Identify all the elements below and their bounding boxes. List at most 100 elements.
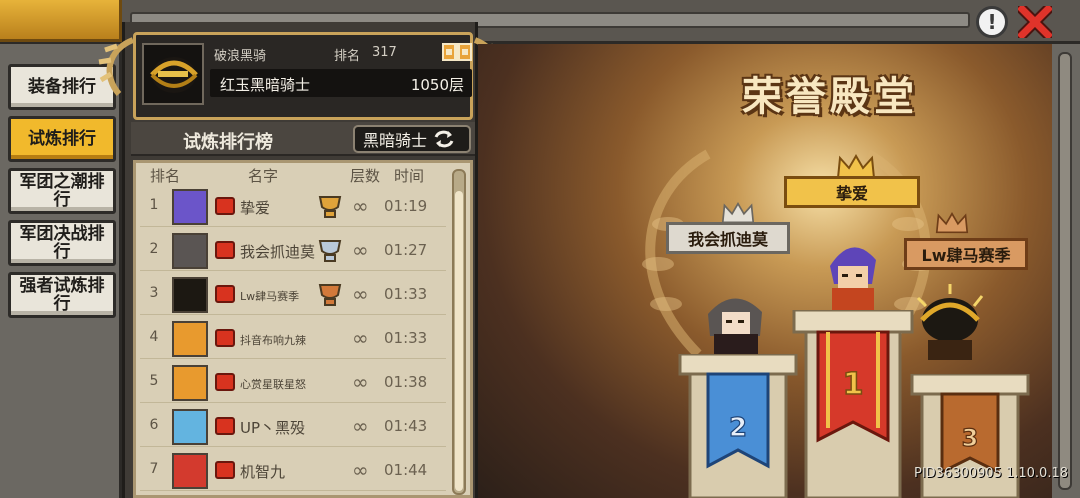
tab-label: 装备排行 xyxy=(28,77,96,97)
my-record-box: 红玉黑暗骑士 1050层 xyxy=(210,69,472,97)
tab-strong-trial-ranking[interactable]: 强者试炼排行 xyxy=(8,272,116,318)
guild-badge-icon xyxy=(215,417,235,435)
silver-crown-icon xyxy=(721,202,755,224)
first-place-pedestal: 1 xyxy=(792,310,914,498)
list-scrollbar[interactable] xyxy=(452,169,466,495)
row-time: 01:43 xyxy=(384,417,428,435)
table-row[interactable]: 7 机智九 ∞ 01:44 xyxy=(140,451,446,491)
column-header-floors: 层数 xyxy=(350,167,381,185)
row-player-name: Lw肆马赛季 xyxy=(240,290,300,303)
row-player-name: 机智九 xyxy=(240,463,286,481)
row-floors: ∞ xyxy=(352,282,369,306)
row-player-name: UP丶黑殁 xyxy=(240,419,306,437)
tab-legion-tide-ranking[interactable]: 军团之潮排行 xyxy=(8,168,116,214)
third-place-name: Lw肆马赛季 xyxy=(921,246,1011,265)
second-place-banner: 我会抓迪莫 xyxy=(666,222,790,254)
scroll-thumb[interactable] xyxy=(455,191,463,491)
tab-legion-battle-ranking[interactable]: 军团决战排行 xyxy=(8,220,116,266)
player-avatar[interactable] xyxy=(172,233,208,269)
tab-label: 试炼排行 xyxy=(28,129,96,149)
first-place-character[interactable] xyxy=(816,236,888,316)
row-floors: ∞ xyxy=(352,326,369,350)
row-rank: 3 xyxy=(149,285,159,301)
row-player-name: 我会抓迪莫 xyxy=(240,243,316,261)
row-rank: 6 xyxy=(149,417,159,433)
row-time: 01:33 xyxy=(384,285,428,303)
player-avatar[interactable] xyxy=(172,453,208,489)
row-time: 01:44 xyxy=(384,461,428,479)
third-place-character[interactable] xyxy=(908,280,992,364)
table-row[interactable]: 3 Lw肆马赛季 ∞ 01:33 xyxy=(140,275,446,315)
guild-badge-icon xyxy=(215,329,235,347)
first-place-banner: 挚爱 xyxy=(784,176,920,208)
row-rank: 4 xyxy=(149,329,159,345)
second-place-number: 2 xyxy=(729,413,747,443)
my-rank-label: 排名 xyxy=(334,49,361,64)
row-rank: 1 xyxy=(149,197,159,213)
first-place-name: 挚爱 xyxy=(835,184,868,203)
hall-title: 荣誉殿堂 xyxy=(742,74,918,120)
my-avatar xyxy=(142,43,204,105)
tab-label: 军团决战排行 xyxy=(19,224,105,262)
table-row[interactable]: 6 UP丶黑殁 ∞ 01:43 xyxy=(140,407,446,447)
row-player-name: 心赏星联星怒 xyxy=(240,378,306,391)
player-avatar[interactable] xyxy=(172,321,208,357)
table-row[interactable]: 4 抖音布响九辣 ∞ 01:33 xyxy=(140,319,446,359)
bronze-crown-icon xyxy=(935,212,969,234)
guild-badge-icon xyxy=(215,197,235,215)
build-info: PID36300905 1.10.0.18 xyxy=(914,466,1069,481)
ranking-list[interactable]: 排名 名字 层数 时间 1 挚爱 ∞ 01:19 2 我会抓迪莫 ∞ 01:27 3 Lw肆马赛季… xyxy=(133,160,473,498)
row-floors: ∞ xyxy=(352,458,369,482)
row-rank: 5 xyxy=(149,373,159,389)
right-rail-scrollbar xyxy=(1058,52,1072,490)
info-icon: ! xyxy=(987,10,997,34)
my-rank-value: 317 xyxy=(372,45,397,60)
class-selector-label: 黑暗骑士 xyxy=(363,131,428,150)
close-button[interactable] xyxy=(1016,4,1054,40)
first-place-number: 1 xyxy=(843,367,864,402)
hall-of-fame: 荣誉殿堂 挚爱 我会抓迪莫 Lw肆马赛季 1 2 3 xyxy=(478,44,1052,498)
tab-trial-ranking[interactable]: 试炼排行 xyxy=(8,116,116,162)
row-time: 01:38 xyxy=(384,373,428,391)
tab-label: 强者试炼排行 xyxy=(19,276,105,314)
row-player-name: 抖音布响九辣 xyxy=(240,334,306,347)
table-row[interactable]: 1 挚爱 ∞ 01:19 xyxy=(140,187,446,227)
row-floors: ∞ xyxy=(352,194,369,218)
column-header-rank: 排名 xyxy=(150,167,181,185)
info-button[interactable]: ! xyxy=(976,6,1008,38)
column-header-name: 名字 xyxy=(248,167,279,185)
player-avatar[interactable] xyxy=(172,365,208,401)
guild-badge-icon xyxy=(215,373,235,391)
column-header-time: 时间 xyxy=(394,167,425,185)
table-row[interactable]: 2 我会抓迪莫 ∞ 01:27 xyxy=(140,231,446,271)
treasure-chest-icon[interactable] xyxy=(442,41,472,61)
player-avatar[interactable] xyxy=(172,409,208,445)
my-rank-card: 破浪黑骑 排名 317 红玉黑暗骑士 1050层 xyxy=(133,32,473,120)
row-rank: 2 xyxy=(149,241,159,257)
tab-label: 军团之潮排行 xyxy=(19,172,105,210)
second-place-character[interactable] xyxy=(700,284,770,356)
my-floor-count: 1050层 xyxy=(410,76,464,94)
board-header: 试炼排行榜 黑暗骑士 xyxy=(131,122,475,156)
second-place-name: 我会抓迪莫 xyxy=(687,230,768,249)
table-row[interactable]: 5 心赏星联星怒 ∞ 01:38 xyxy=(140,363,446,403)
dark-knight-helmet-icon xyxy=(150,57,198,93)
third-place-number: 3 xyxy=(962,424,979,452)
player-avatar[interactable] xyxy=(172,189,208,225)
my-character-title: 红玉黑暗骑士 xyxy=(220,76,311,94)
row-floors: ∞ xyxy=(352,238,369,262)
row-time: 01:19 xyxy=(384,197,428,215)
close-icon xyxy=(1018,6,1052,38)
row-rank: 7 xyxy=(149,461,159,477)
second-place-pedestal: 2 xyxy=(678,354,798,498)
player-avatar[interactable] xyxy=(172,277,208,313)
left-nav: 装备排行 试炼排行 军团之潮排行 军团决战排行 强者试炼排行 xyxy=(0,44,122,498)
row-player-name: 挚爱 xyxy=(240,199,271,217)
class-selector-button[interactable]: 黑暗骑士 xyxy=(353,125,471,153)
third-place-banner: Lw肆马赛季 xyxy=(904,238,1028,270)
gold-trophy-icon xyxy=(318,196,342,218)
row-time: 01:27 xyxy=(384,241,428,259)
laurel-left-icon xyxy=(98,37,135,96)
row-time: 01:33 xyxy=(384,329,428,347)
my-player-name: 破浪黑骑 xyxy=(214,49,267,64)
